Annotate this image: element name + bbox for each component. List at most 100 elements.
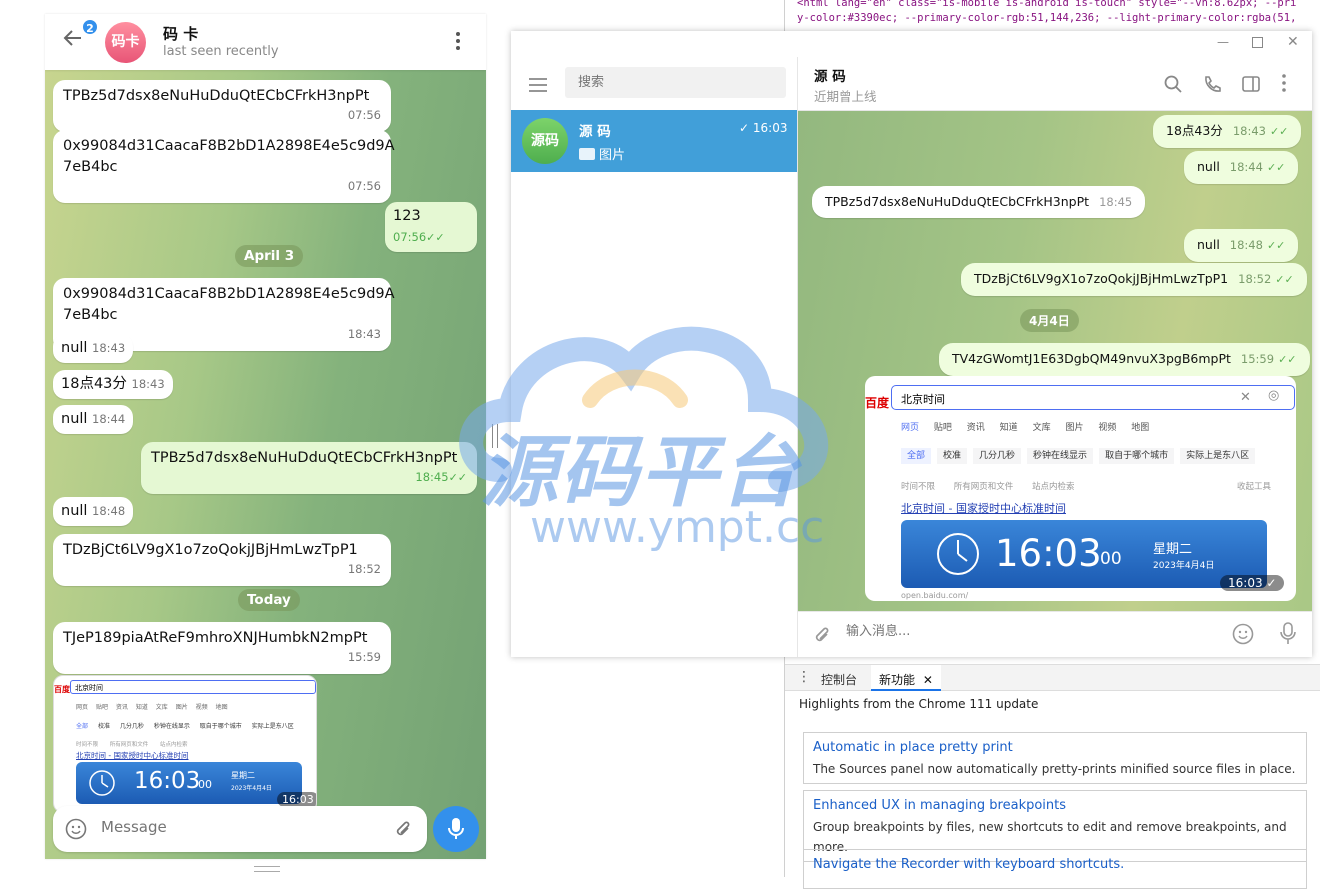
- resize-handle[interactable]: [254, 866, 280, 872]
- more-vertical-icon[interactable]: [453, 30, 463, 56]
- chat-preview: 图片: [579, 144, 625, 163]
- message-text: 7eB4bc: [63, 307, 118, 323]
- tab-whats-new[interactable]: 新功能 ✕: [871, 665, 941, 691]
- message-bubble[interactable]: 18点43分 18:43: [53, 370, 173, 399]
- microphone-icon[interactable]: [1280, 622, 1296, 650]
- close-icon[interactable]: ✕: [1287, 34, 1299, 50]
- chat-header: 源 码 近期曾上线: [798, 57, 1312, 111]
- message-text: TJeP189piaAtReF9mhroXNJHumbkN2mpPt: [63, 630, 368, 646]
- message-text: 0x99084d31CaacaF8B2bD1A2898E4e5c9d9A: [63, 286, 395, 302]
- image-message[interactable]: 百度 北京时间 网页 贴吧 资讯 知道 文库 图片 视频 地图 全部 校准 几分…: [53, 675, 317, 813]
- feature-card-title[interactable]: Navigate the Recorder with keyboard shor…: [813, 854, 1297, 876]
- message-bubble[interactable]: TDzBjCt6LV9gX1o7zoQokjJBjHmLwzTpP1 18:52: [53, 534, 391, 586]
- clock-icon: [89, 770, 115, 796]
- message-time: 18:45: [415, 470, 449, 484]
- feature-card-title[interactable]: Automatic in place pretty print: [813, 737, 1297, 759]
- double-check-icon: ✓✓: [448, 471, 467, 484]
- image-time: 16:03 ✓: [1220, 575, 1285, 591]
- maximize-icon[interactable]: [1252, 37, 1263, 48]
- menu-icon[interactable]: [529, 77, 547, 96]
- avatar[interactable]: 码卡: [105, 22, 146, 63]
- message-text: TPBz5d7dsx8eNuHuDduQtECbCFrkH3npPt: [151, 450, 458, 466]
- chat-sidebar: 源码 源 码 ✓ 16:03 图片: [511, 57, 798, 657]
- message-text: TPBz5d7dsx8eNuHuDduQtECbCFrkH3npPt: [825, 194, 1090, 209]
- message-bubble[interactable]: null 18:43: [53, 334, 134, 363]
- message-bubble[interactable]: null 18:44: [53, 405, 134, 434]
- more-vertical-icon[interactable]: [1281, 73, 1287, 97]
- message-bubble[interactable]: TPBz5d7dsx8eNuHuDduQtECbCFrkH3npPt 18:45: [812, 186, 1146, 218]
- message-bubble-out[interactable]: 18点43分 18:43 ✓✓: [1153, 115, 1302, 148]
- message-time: 15:59: [1240, 352, 1275, 366]
- phone-icon[interactable]: [1203, 75, 1221, 97]
- feature-card-title[interactable]: Enhanced UX in managing breakpoints: [813, 795, 1297, 817]
- double-check-icon: ✓✓: [1275, 273, 1294, 286]
- tab-console[interactable]: 控制台: [821, 671, 857, 688]
- search-filters: 时间不限 所有网页和文件 站点内检索: [76, 742, 188, 748]
- search-input[interactable]: [565, 67, 786, 98]
- avatar: 源码: [522, 118, 568, 164]
- message-time: 18:52: [347, 562, 381, 576]
- message-text: TV4zGWomtJ1E63DgbQM49nvuX3pgB6mpPt: [952, 351, 1231, 366]
- feature-card[interactable]: Navigate the Recorder with keyboard shor…: [803, 849, 1307, 889]
- drawer-tabbar: ⋮ 控制台 新功能 ✕: [785, 664, 1320, 691]
- emoji-icon[interactable]: [1232, 623, 1254, 649]
- feature-card-desc: The Sources panel now automatically pret…: [813, 762, 1296, 776]
- search-input: 北京时间 ✕ ◎: [891, 385, 1295, 410]
- panel-resize-handle[interactable]: [492, 424, 498, 448]
- message-bubble[interactable]: TJeP189piaAtReF9mhroXNJHumbkN2mpPt 15:59: [53, 622, 391, 674]
- message-text: null: [1197, 237, 1220, 252]
- back-arrow-icon[interactable]: [63, 28, 83, 54]
- check-icon: ✓: [1266, 576, 1277, 590]
- message-bubble[interactable]: null 18:48: [53, 497, 134, 526]
- message-bubble-out[interactable]: TDzBjCt6LV9gX1o7zoQokjJBjHmLwzTpP1 18:52 ✓…: [961, 263, 1307, 296]
- search-input: 北京时间: [70, 680, 316, 694]
- chat-title[interactable]: 源 码: [814, 65, 846, 85]
- feature-card[interactable]: Automatic in place pretty print The Sour…: [803, 732, 1307, 784]
- message-bubble-out[interactable]: TV4zGWomtJ1E63DgbQM49nvuX3pgB6mpPt 15:59 ✓…: [939, 343, 1310, 376]
- message-bubble-out[interactable]: null 18:44 ✓✓: [1184, 151, 1299, 184]
- camera-icon: ◎: [1268, 388, 1280, 403]
- search-icon[interactable]: [1164, 75, 1182, 97]
- chat-header: 2 码卡 码 卡 last seen recently: [45, 14, 486, 70]
- message-input[interactable]: [846, 624, 1166, 639]
- message-time: 18:44: [1229, 160, 1263, 174]
- message-time: 18:52: [1238, 272, 1272, 286]
- message-bubble-out[interactable]: TPBz5d7dsx8eNuHuDduQtECbCFrkH3npPt 18:45…: [141, 442, 477, 494]
- highlights-heading: Highlights from the Chrome 111 update: [799, 697, 1039, 711]
- more-vertical-icon[interactable]: ⋮: [797, 669, 811, 685]
- message-text: TPBz5d7dsx8eNuHuDduQtECbCFrkH3npPt: [63, 88, 370, 104]
- image-message[interactable]: 百度 北京时间 ✕ ◎ 网页 贴吧 资讯 知道 文库 图片 视频 地图 全部 校准 几分…: [865, 376, 1296, 601]
- compose-bar: [53, 806, 427, 852]
- clock-icon: [937, 533, 979, 575]
- chat-title[interactable]: 码 卡: [163, 23, 198, 44]
- message-bubble-out[interactable]: 123 07:56✓✓: [385, 202, 477, 252]
- date-separator: April 3: [235, 245, 304, 267]
- html-source-line: <html lang="en" class="is-mobile is-andr…: [797, 0, 1297, 9]
- attach-icon[interactable]: [812, 624, 832, 650]
- message-bubble[interactable]: 0x99084d31CaacaF8B2bD1A2898E4e5c9d9A 7eB…: [53, 130, 395, 203]
- message-text: null: [61, 503, 88, 519]
- clock-seconds: 00: [1100, 549, 1122, 569]
- message-bubble-out[interactable]: null 18:48 ✓✓: [1184, 229, 1299, 262]
- message-input[interactable]: [101, 818, 371, 836]
- double-check-icon: ✓✓: [1278, 353, 1297, 366]
- close-icon[interactable]: ✕: [923, 673, 933, 687]
- emoji-icon[interactable]: [65, 818, 87, 844]
- voice-record-button[interactable]: [433, 806, 479, 852]
- message-text: 18点43分: [1166, 123, 1223, 138]
- message-bubble[interactable]: TPBz5d7dsx8eNuHuDduQtECbCFrkH3npPt 07:56: [53, 80, 391, 132]
- message-list[interactable]: TPBz5d7dsx8eNuHuDduQtECbCFrkH3npPt 07:56…: [45, 70, 486, 859]
- result-title: 北京时间 - 国家授时中心标准时间: [901, 502, 1066, 515]
- attach-icon[interactable]: [393, 818, 413, 844]
- message-text: 18点43分: [61, 376, 127, 392]
- double-check-icon: ✓✓: [426, 231, 445, 244]
- mobile-telegram-window: 2 码卡 码 卡 last seen recently TPBz5d7dsx8e…: [45, 14, 486, 859]
- clock-card: 16:03 00 星期二 2023年4月4日: [901, 520, 1267, 588]
- window-titlebar: — ✕: [511, 31, 1312, 57]
- message-text: 7eB4bc: [63, 159, 118, 175]
- message-list[interactable]: 18点43分 18:43 ✓✓ null 18:44 ✓✓ TPBz5d7dsx8eNu…: [798, 111, 1312, 611]
- message-text: 0x99084d31CaacaF8B2bD1A2898E4e5c9d9A: [63, 138, 395, 154]
- sidebar-toggle-icon[interactable]: [1242, 75, 1260, 97]
- chat-list-item[interactable]: 源码 源 码 ✓ 16:03 图片: [511, 110, 797, 172]
- minimize-icon[interactable]: —: [1217, 35, 1229, 49]
